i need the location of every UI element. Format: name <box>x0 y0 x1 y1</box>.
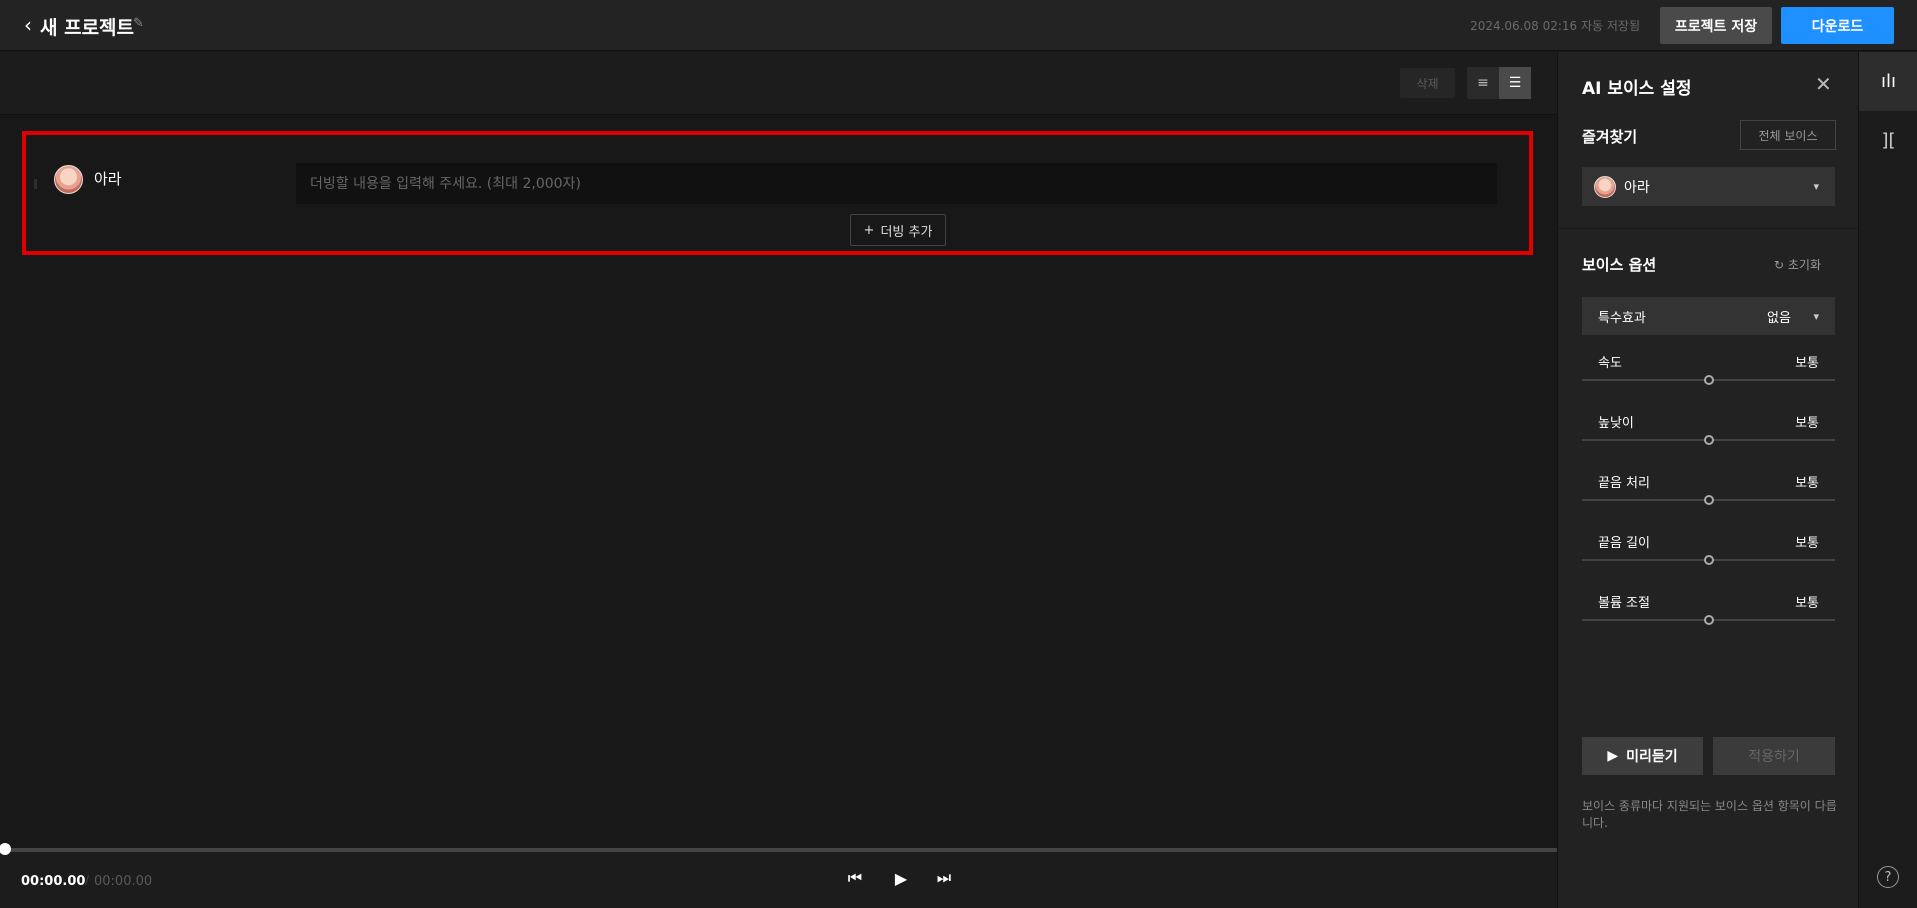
play-icon: ▶ <box>1607 748 1619 764</box>
slider-value: 보통 <box>1795 596 1819 611</box>
panel-title: AI 보이스 설정 <box>1582 79 1692 99</box>
top-bar: ‹ 새 프로젝트 ✎ 2024.06.08 02:16 자동 저장됨 프로젝트 … <box>0 0 1917 51</box>
pencil-icon[interactable]: ✎ <box>133 16 144 31</box>
view-toggle: ≡ ☰ <box>1467 67 1531 99</box>
slider-label: 끝음 길이 <box>1598 536 1650 551</box>
preview-button[interactable]: ▶ 미리듣기 <box>1582 737 1703 775</box>
slider-label: 높낮이 <box>1598 416 1634 431</box>
back-chevron-icon[interactable]: ‹ <box>18 12 38 38</box>
slider-knob[interactable] <box>1703 495 1714 505</box>
slider-value: 보통 <box>1795 536 1819 551</box>
editor-toolbar: 삭제 ≡ ☰ <box>0 52 1557 115</box>
total-time: 00:00.00 <box>94 874 153 889</box>
time-separator: / <box>85 873 90 887</box>
volume-slider: 볼륨 조절 보통 <box>1582 592 1835 642</box>
list-view-icon[interactable]: ≡ <box>1467 67 1499 99</box>
progress-bar[interactable] <box>0 843 1557 855</box>
autosave-status: 2024.06.08 02:16 자동 저장됨 <box>1470 19 1640 33</box>
special-effect-label: 특수효과 <box>1598 310 1646 326</box>
voice-options-note: 보이스 종류마다 지원되는 보이스 옵션 항목이 다릅니다. <box>1582 799 1837 830</box>
speed-slider: 속도 보통 <box>1582 352 1835 402</box>
help-icon[interactable]: ? <box>1877 866 1899 888</box>
skip-previous-icon[interactable]: ⏮ <box>843 866 867 890</box>
ending-length-slider: 끝음 길이 보통 <box>1582 532 1835 582</box>
row-drag-handle[interactable] <box>34 179 37 189</box>
dubbing-editor: 아라 + 더빙 추가 <box>0 116 1557 850</box>
split-icon[interactable]: ][ <box>1859 111 1917 170</box>
special-effect-value: 없음 <box>1767 310 1791 326</box>
add-dubbing-label: 더빙 추가 <box>880 224 933 240</box>
audio-player: 00:00.00 / 00:00.00 ⏮ ▶ ⏭ <box>0 843 1557 908</box>
voice-avatar <box>1594 175 1616 198</box>
slider-knob[interactable] <box>1703 375 1714 385</box>
slider-value: 보통 <box>1795 476 1819 491</box>
slider-value: 보통 <box>1795 356 1819 371</box>
selected-voice-name: 아라 <box>1624 179 1650 196</box>
progress-knob[interactable] <box>0 843 11 855</box>
reset-label: 초기화 <box>1787 258 1822 272</box>
slider-knob[interactable] <box>1703 555 1714 565</box>
voice-select[interactable]: 아라 ▾ <box>1582 167 1835 206</box>
dubbing-text-input[interactable] <box>296 163 1497 204</box>
right-sidebar: ılı ][ ? <box>1858 52 1917 908</box>
slider-knob[interactable] <box>1703 615 1714 625</box>
plus-icon: + <box>863 222 875 238</box>
voice-wave-icon[interactable]: ılı <box>1859 52 1917 111</box>
download-button[interactable]: 다운로드 <box>1781 7 1894 44</box>
delete-button[interactable]: 삭제 <box>1400 68 1455 98</box>
pitch-slider: 높낮이 보통 <box>1582 412 1835 462</box>
speaker-name[interactable]: 아라 <box>94 168 122 189</box>
ending-processing-slider: 끝음 처리 보통 <box>1582 472 1835 522</box>
slider-label: 볼륨 조절 <box>1598 596 1650 611</box>
voice-options-label: 보이스 옵션 <box>1582 256 1657 274</box>
special-effect-select[interactable]: 특수효과 없음 ▾ <box>1582 297 1835 335</box>
slider-label: 끝음 처리 <box>1598 476 1650 491</box>
project-title[interactable]: 새 프로젝트 <box>40 13 134 40</box>
slider-label: 속도 <box>1598 356 1622 371</box>
current-time: 00:00.00 <box>21 874 86 889</box>
chevron-down-icon: ▾ <box>1813 309 1819 323</box>
block-view-icon[interactable]: ☰ <box>1499 67 1531 99</box>
play-icon[interactable]: ▶ <box>889 866 913 890</box>
preview-label: 미리듣기 <box>1626 749 1678 765</box>
apply-button[interactable]: 적용하기 <box>1713 737 1835 775</box>
reset-icon: ↻ <box>1774 258 1785 272</box>
add-dubbing-button[interactable]: + 더빙 추가 <box>850 214 946 246</box>
slider-value: 보통 <box>1795 416 1819 431</box>
divider <box>1558 228 1859 229</box>
slider-knob[interactable] <box>1703 435 1714 445</box>
speaker-avatar[interactable] <box>54 165 83 194</box>
close-icon[interactable]: ✕ <box>1815 72 1832 96</box>
favorites-label: 즐겨찾기 <box>1582 128 1638 146</box>
skip-next-icon[interactable]: ⏭ <box>932 866 956 890</box>
dubbing-row-highlight: 아라 + 더빙 추가 <box>22 131 1533 255</box>
chevron-down-icon: ▾ <box>1813 180 1819 193</box>
reset-button[interactable]: ↻ 초기화 <box>1774 256 1821 273</box>
save-project-button[interactable]: 프로젝트 저장 <box>1660 7 1772 44</box>
voice-settings-panel: AI 보이스 설정 ✕ 즐겨찾기 전체 보이스 아라 ▾ 보이스 옵션 ↻ 초기… <box>1557 52 1859 908</box>
all-voices-button[interactable]: 전체 보이스 <box>1740 120 1836 150</box>
